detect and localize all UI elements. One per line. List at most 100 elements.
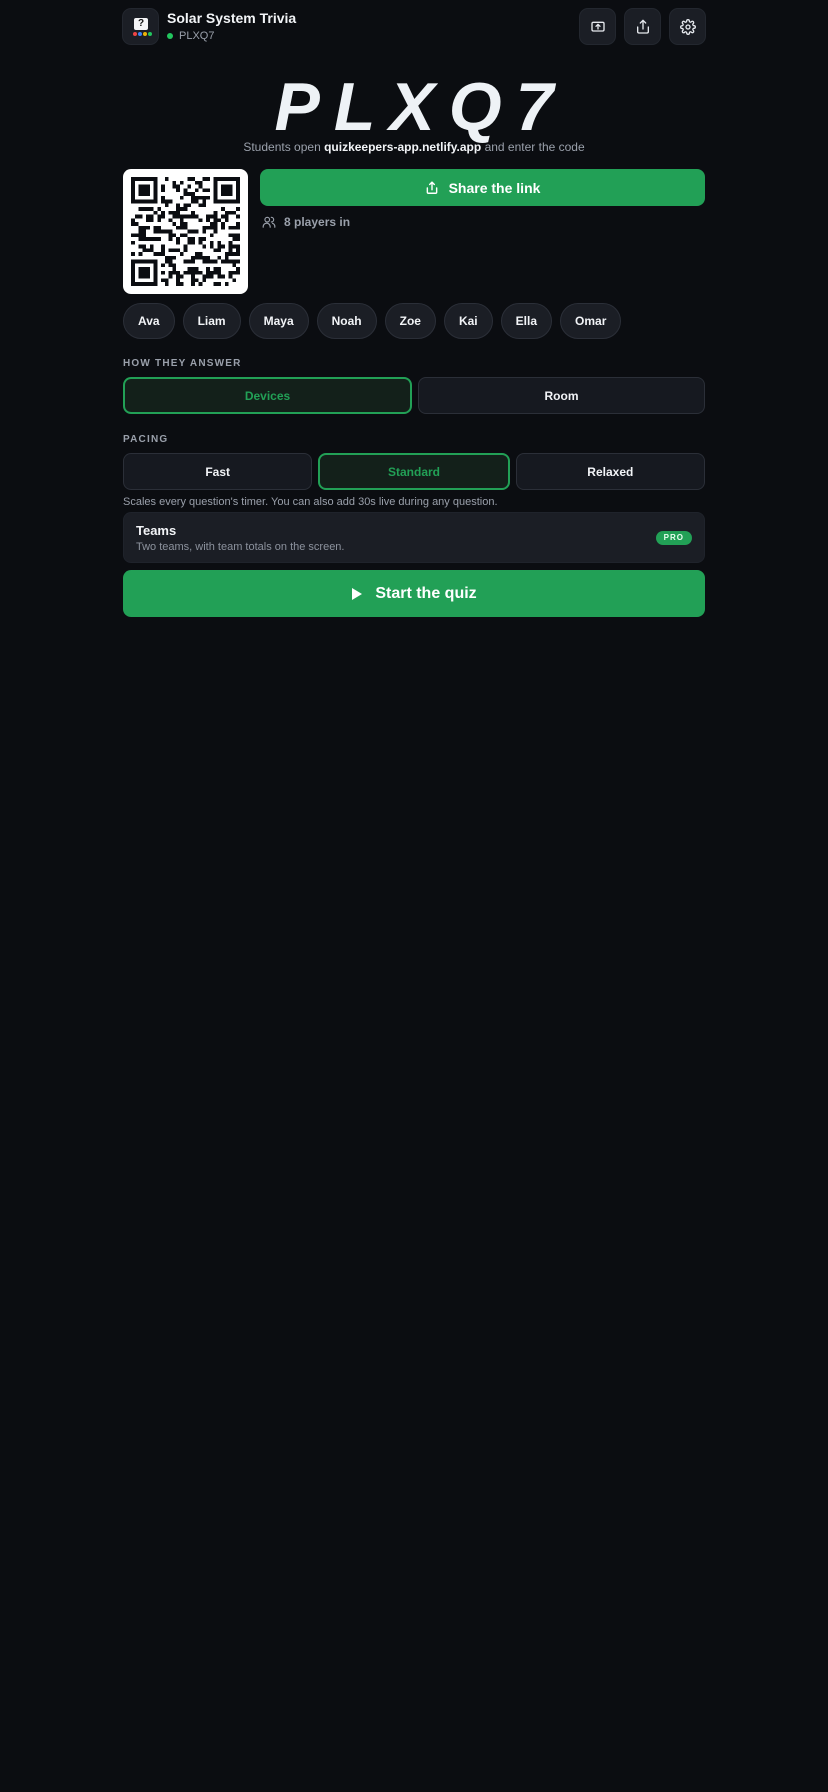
qr-module [131,274,135,279]
qr-module [183,203,188,208]
player-chip: Maya [248,303,309,339]
qr-module [194,278,199,283]
qr-module [202,244,207,249]
qr-module [131,177,135,181]
qr-module [172,214,177,219]
qr-module [228,184,233,189]
share-button[interactable] [624,8,661,45]
qr-module [228,259,233,264]
qr-module [142,244,147,249]
player-list: Ava Liam Maya Noah Zoe Kai Ella Omar [123,303,622,339]
qr-module [198,255,203,260]
qr-module [217,267,222,271]
qr-module [228,233,233,238]
qr-module [209,274,214,279]
qr-module [202,177,207,181]
qr-module [228,248,233,253]
qr-module [157,252,162,256]
qr-module [213,195,218,200]
qr-module [142,267,147,271]
qr-module [172,255,177,260]
qr-module [172,222,177,226]
qr-module [209,233,214,238]
qr-module [217,270,222,275]
qr-module [191,278,195,283]
qr-module [232,252,237,256]
qr-module [198,195,203,200]
settings-button[interactable] [669,8,706,45]
answer-mode-devices[interactable]: Devices [123,377,412,414]
qr-module [179,222,184,226]
qr-module [213,267,218,271]
qr-module [217,199,222,204]
qr-module [153,180,158,185]
qr-module [153,210,158,215]
qr-module [161,188,165,193]
qr-module [164,259,169,264]
qr-module [146,274,150,279]
qr-module [191,210,195,215]
share-link-button[interactable]: Share the link [260,169,705,206]
qr-module [172,210,177,215]
qr-module [161,199,165,204]
qr-module [224,259,229,264]
start-quiz-button[interactable]: Start the quiz [123,570,705,617]
teams-toggle[interactable]: Teams Two teams, with team totals on the… [123,512,705,563]
qr-module [236,252,240,256]
qr-module [146,282,150,286]
qr-module [217,177,222,181]
qr-module [131,282,135,286]
qr-module [176,184,180,189]
qr-module [149,259,154,264]
qr-module [221,199,225,204]
qr-module [206,195,210,200]
qr-module [142,184,147,189]
qr-module [172,267,177,271]
pacing-standard[interactable]: Standard [318,453,510,490]
qr-module [172,263,177,268]
qr-module [191,214,195,219]
qr-module [198,218,203,223]
qr-module [191,270,195,275]
qr-module [142,177,147,181]
app-logo-icon: ? [122,8,159,45]
qr-module [213,282,218,286]
qr-module [236,270,240,275]
qr-module [236,267,240,271]
qr-module [179,195,184,200]
qr-module [131,267,135,271]
qr-module [153,199,158,204]
qr-module [202,199,207,204]
qr-module [183,192,188,196]
qr-module [232,177,237,181]
qr-module [183,270,188,275]
present-screen-icon [590,21,605,32]
qr-module [142,229,147,234]
qr-module [168,274,173,279]
qr-module [187,184,192,189]
pacing-fast[interactable]: Fast [123,453,313,490]
qr-module [153,229,158,234]
qr-module [232,210,237,215]
qr-module [187,192,192,196]
qr-module [176,207,180,211]
qr-module [131,278,135,283]
qr-module [153,237,158,241]
present-screen-button[interactable] [579,8,616,45]
qr-module [149,248,154,253]
qr-module [224,255,229,260]
qr-module [198,252,203,256]
qr-module [228,225,233,230]
qr-module [224,199,229,204]
qr-module [172,233,177,238]
qr-module [228,199,233,204]
qr-module [176,274,180,279]
qr-module [236,184,240,189]
qr-module [198,237,203,241]
qr-module [168,237,173,241]
pacing-relaxed[interactable]: Relaxed [515,453,705,490]
qr-module [191,195,195,200]
answer-mode-room[interactable]: Room [418,377,705,414]
qr-module [149,214,154,219]
qr-module [183,225,188,230]
